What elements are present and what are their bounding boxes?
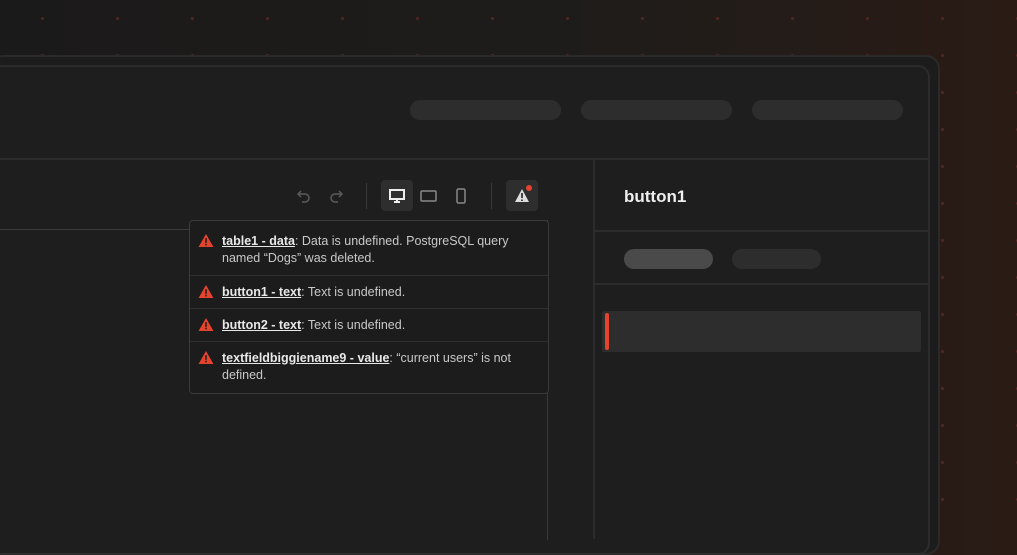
mobile-icon [456,187,466,204]
warning-icon [198,234,214,247]
error-item[interactable]: button1 - text: Text is undefined. [190,276,548,309]
error-item[interactable]: table1 - data: Data is undefined. Postgr… [190,221,548,276]
tablet-icon [420,189,437,202]
error-indicator-bar [605,313,609,350]
canvas-top-edge [0,229,190,230]
header-placeholder-1 [410,100,561,120]
error-source-link[interactable]: button1 - text [222,285,301,299]
header-placeholder-2 [581,100,732,120]
inspector-divider-1 [594,230,929,232]
error-message: : Text is undefined. [301,318,406,332]
inspector-divider-2 [594,283,929,285]
redo-icon [330,189,344,203]
editor-toolbar [288,180,538,211]
inspector-component-title: button1 [624,187,687,206]
inspector-tab-active[interactable] [624,249,713,269]
redo-button[interactable] [320,180,352,211]
error-source-link[interactable]: table1 - data [222,234,295,248]
tablet-view-button[interactable] [413,180,445,211]
inspector-divider [593,159,595,539]
error-source-link[interactable]: button2 - text [222,318,301,332]
warning-icon [198,351,214,364]
mobile-view-button[interactable] [445,180,477,211]
header-divider [0,158,929,160]
header-placeholder-3 [752,100,903,120]
desktop-icon [389,188,405,203]
desktop-view-button[interactable] [381,180,413,211]
undo-button[interactable] [288,180,320,211]
errors-popover: table1 - data: Data is undefined. Postgr… [189,220,549,394]
error-message: : Text is undefined. [301,285,406,299]
warning-icon [198,318,214,331]
error-item[interactable]: textfieldbiggiename9 - value: “current u… [190,342,548,392]
error-source-link[interactable]: textfieldbiggiename9 - value [222,351,389,365]
inspector-error-field[interactable] [602,311,921,352]
errors-button[interactable] [506,180,538,211]
inspector-tab[interactable] [732,249,821,269]
toolbar-separator [491,182,492,209]
warning-icon [198,285,214,298]
error-badge-dot [526,185,532,191]
error-item[interactable]: button2 - text: Text is undefined. [190,309,548,342]
toolbar-separator [366,182,367,209]
undo-icon [296,189,310,203]
